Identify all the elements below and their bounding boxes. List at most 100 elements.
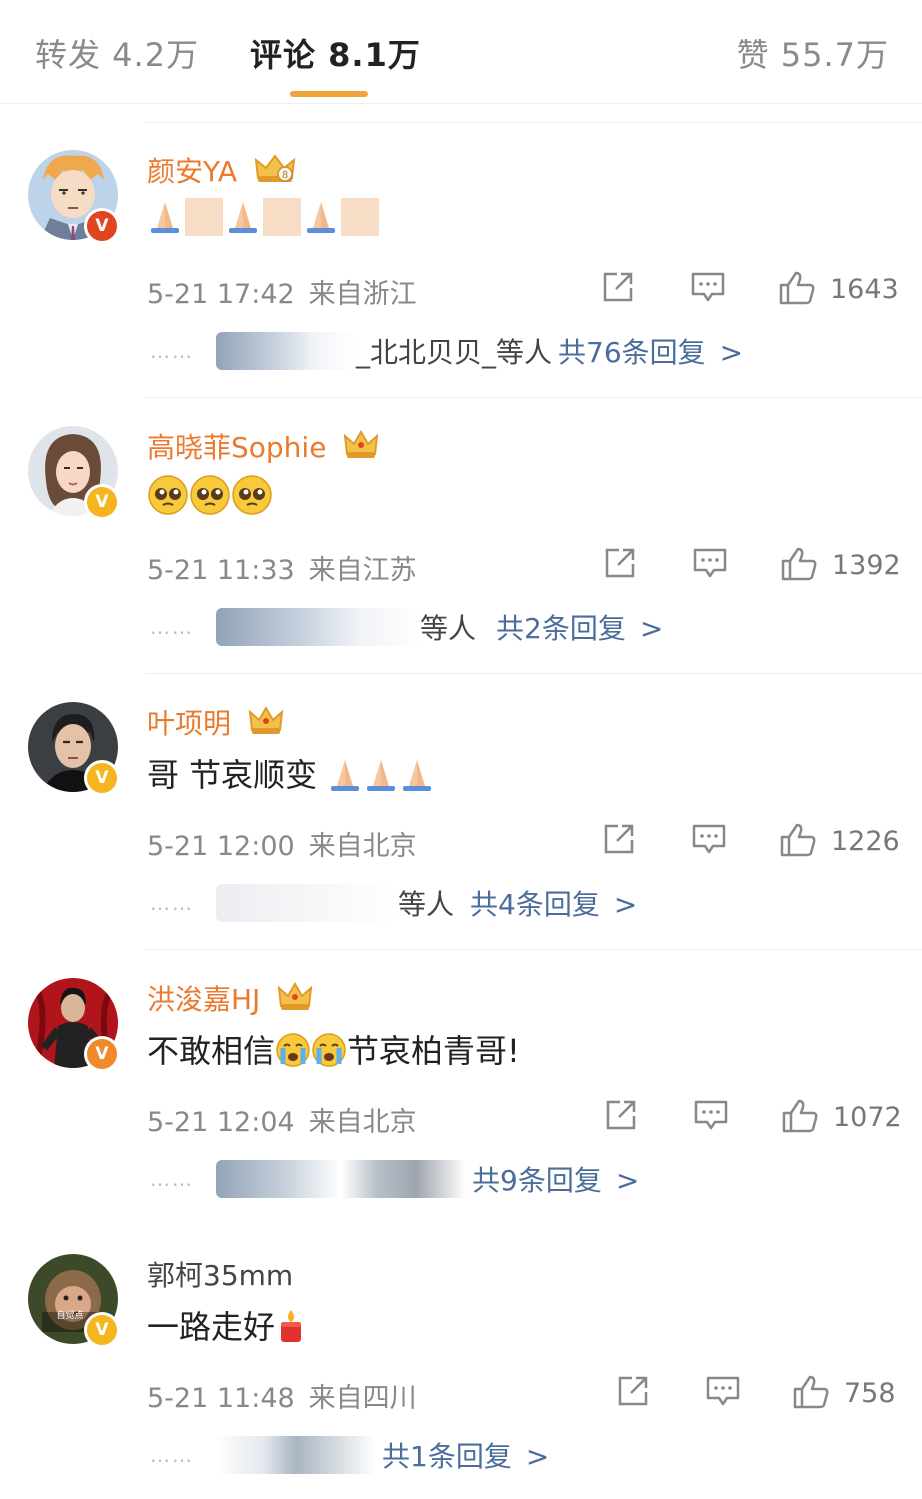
obscured-username — [216, 1436, 376, 1474]
comment-meta: 5-21 12:04 来自北京 — [147, 1100, 417, 1139]
comment-date: 5-21 12:00 — [147, 831, 295, 862]
verified-badge-icon: V — [84, 1312, 120, 1348]
like-button[interactable]: 1226 — [779, 822, 900, 858]
comment-date: 5-21 12:04 — [147, 1107, 295, 1138]
verified-badge-icon: V — [84, 760, 120, 796]
active-tab-indicator — [290, 91, 368, 97]
reply-preview[interactable]: …… 等人 共4条回复 > — [150, 883, 637, 923]
reply-count: 共4条回复 — [470, 888, 600, 921]
comment-location: 来自四川 — [308, 1383, 417, 1414]
comment-icon[interactable] — [692, 546, 728, 580]
avatar[interactable]: V — [28, 978, 120, 1072]
avatar[interactable]: V — [28, 702, 120, 796]
vip-crown-icon — [248, 706, 284, 734]
comment-icon[interactable] — [691, 822, 727, 856]
thumbs-up-icon — [779, 271, 815, 305]
verified-badge-icon: V — [84, 1036, 120, 1072]
reply-count: 共76条回复 — [558, 336, 706, 369]
pray-emoji-icon — [151, 202, 179, 233]
commenter-name[interactable]: 颜安YA 8 — [147, 150, 296, 190]
commenter-name[interactable]: 叶项明 — [147, 702, 284, 742]
comment-text: 一路走好 — [147, 1302, 307, 1348]
name-text[interactable]: 郭柯35mm — [147, 1259, 293, 1292]
avatar[interactable]: V — [28, 150, 120, 244]
reply-dots: …… — [150, 891, 194, 915]
view-replies-link[interactable]: 共4条回复 > — [470, 888, 637, 921]
chevron-right-icon: > — [525, 1440, 550, 1473]
like-button[interactable]: 758 — [792, 1374, 896, 1410]
vip-crown-icon — [277, 982, 313, 1010]
comment-location: 来自浙江 — [308, 279, 417, 310]
comment-icon[interactable] — [690, 270, 726, 304]
commenter-name[interactable]: 洪浚嘉HJ — [147, 978, 313, 1018]
comment-icon[interactable] — [693, 1098, 729, 1132]
comment-icon[interactable] — [705, 1374, 741, 1408]
obscured-content — [185, 198, 223, 236]
comment-text — [147, 198, 381, 236]
candle-emoji-icon — [281, 1310, 302, 1342]
like-button[interactable]: 1072 — [781, 1098, 902, 1134]
repost-icon[interactable] — [601, 270, 635, 304]
pleading-face-emoji-icon — [148, 475, 188, 515]
view-replies-link[interactable]: 共2条回复 > — [496, 612, 663, 645]
pray-emoji-icon — [367, 760, 396, 791]
name-text[interactable]: 洪浚嘉HJ — [147, 983, 260, 1016]
like-button[interactable]: 1643 — [778, 270, 899, 306]
reply-preview[interactable]: …… 共9条回复 > — [150, 1159, 639, 1199]
chevron-right-icon: > — [639, 612, 664, 645]
pray-emoji-icon — [229, 202, 257, 233]
avatar[interactable]: 自觉点 V — [28, 1254, 120, 1348]
reply-preview[interactable]: …… 共1条回复 > — [150, 1435, 549, 1475]
commenter-name[interactable]: 高晓菲Sophie — [147, 426, 379, 466]
pray-emoji-icon — [331, 760, 360, 791]
repost-icon[interactable] — [604, 1098, 638, 1132]
like-count: 758 — [844, 1378, 896, 1409]
view-replies-link[interactable]: 共1条回复 > — [382, 1440, 549, 1473]
crying-face-emoji-icon — [276, 1033, 310, 1067]
pray-emoji-icon — [307, 202, 335, 233]
vip-crown-icon — [344, 430, 379, 458]
obscured-username — [216, 884, 398, 922]
comment-meta: 5-21 17:42 来自浙江 — [147, 272, 417, 311]
like-button[interactable]: 1392 — [780, 546, 901, 582]
comment-date: 5-21 17:42 — [147, 279, 295, 310]
thumbs-up-icon — [781, 547, 817, 581]
comment-text: 哥 节哀顺变 — [147, 750, 435, 796]
avatar[interactable]: V — [28, 426, 120, 520]
reply-users: 等人 — [420, 612, 477, 645]
repost-icon[interactable] — [603, 546, 637, 580]
thumbs-up-icon — [793, 1375, 829, 1409]
tab-comments[interactable]: 评论 8.1万 — [250, 30, 421, 76]
like-count: 1072 — [833, 1102, 902, 1133]
name-text[interactable]: 高晓菲Sophie — [147, 431, 326, 464]
name-text[interactable]: 颜安YA — [147, 155, 237, 188]
avatar-caption: 自觉点 — [56, 1309, 83, 1321]
verified-badge-icon: V — [84, 484, 120, 520]
obscured-content — [263, 198, 301, 236]
reply-count: 共9条回复 — [472, 1164, 602, 1197]
repost-icon[interactable] — [616, 1374, 650, 1408]
view-replies-link[interactable]: 共76条回复 > — [558, 336, 743, 369]
reply-preview[interactable]: …… _北北贝贝_等人 共76条回复 > — [150, 331, 743, 371]
reply-dots: …… — [150, 615, 194, 639]
tab-likes[interactable]: 赞 55.7万 — [737, 30, 889, 76]
obscured-username — [216, 332, 356, 370]
chevron-right-icon: > — [615, 1164, 640, 1197]
reply-preview[interactable]: …… 等人 共2条回复 > — [150, 607, 663, 647]
chevron-right-icon: > — [613, 888, 638, 921]
divider — [145, 949, 922, 950]
comment-meta: 5-21 11:33 来自江苏 — [147, 548, 417, 587]
divider — [145, 122, 922, 123]
name-text[interactable]: 叶项明 — [147, 707, 231, 740]
comment-tabs: 转发 4.2万 评论 8.1万 赞 55.7万 — [0, 0, 922, 104]
view-replies-link[interactable]: 共9条回复 > — [472, 1164, 639, 1197]
comment-text: 不敢相信 节哀柏青哥! — [147, 1026, 520, 1072]
tab-reposts[interactable]: 转发 4.2万 — [35, 30, 199, 76]
repost-icon[interactable] — [602, 822, 636, 856]
commenter-name[interactable]: 郭柯35mm — [147, 1254, 293, 1294]
comment-date: 5-21 11:48 — [147, 1383, 295, 1414]
chevron-right-icon: > — [719, 336, 744, 369]
reply-count: 共1条回复 — [382, 1440, 512, 1473]
reply-users: 等人 — [398, 888, 455, 921]
reply-count: 共2条回复 — [496, 612, 626, 645]
